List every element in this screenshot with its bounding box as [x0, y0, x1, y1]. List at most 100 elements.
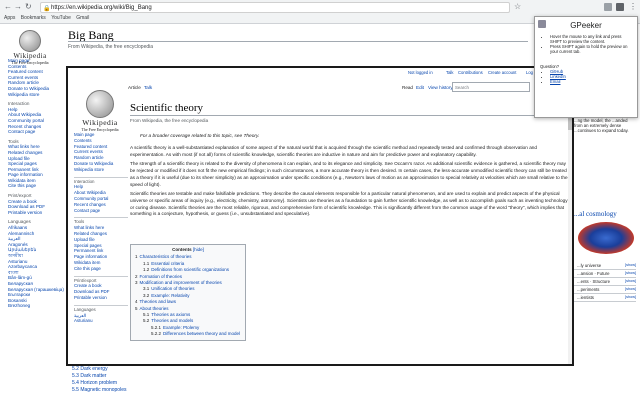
inner-sidebar-heading: Languages: [74, 304, 128, 313]
inner-wordmark: Wikipedia: [82, 118, 118, 127]
toc-label[interactable]: Characteristics of theories: [140, 254, 192, 259]
inner-sidebar-item[interactable]: Asturianu: [74, 318, 128, 324]
toc-label[interactable]: Differences between theory and model: [163, 331, 240, 336]
outer-toc-item[interactable]: 5.5 Magnetic monopoles: [72, 387, 126, 394]
navbox-row: [show] ...periments: [574, 286, 636, 294]
outer-toc-item[interactable]: 5.3 Dark matter: [72, 373, 126, 380]
outer-sidebar-item[interactable]: Printable version: [8, 210, 64, 216]
outer-cosmology-heading[interactable]: ...al cosmology: [574, 210, 636, 218]
toc-label[interactable]: Definitions from scientific organization…: [151, 267, 229, 272]
toc-number: 5.2.2: [151, 331, 162, 337]
outer-navbox-list: [show] ...ly universe [show] ...ansion · Fu…: [574, 262, 636, 302]
bookmark-bookmarks[interactable]: Bookmarks: [21, 15, 46, 21]
outer-from: From Wikipedia, the free encyclopedia: [68, 44, 154, 50]
toc-number: 1.2: [143, 267, 150, 273]
user-talk-link[interactable]: Talk: [446, 70, 453, 75]
extension-icon[interactable]: [604, 3, 612, 11]
outer-sidebar: Main page Contents Featured content Current…: [8, 58, 64, 309]
toc-label[interactable]: Example: Relativity: [151, 293, 189, 298]
navbox-show-link[interactable]: [show]: [625, 294, 636, 301]
email-link[interactable]: Email: [550, 79, 632, 84]
gpeeker-popup: GPeeker Hover the mouse to any link and …: [534, 16, 638, 118]
toc-label[interactable]: Formation of theories: [140, 274, 183, 279]
menu-icon[interactable]: ⋮: [629, 2, 637, 12]
toc-hide-link[interactable]: [hide]: [193, 247, 204, 252]
tab-view-history[interactable]: View history: [428, 84, 453, 92]
paragraph-3: Scientific theories are testable and mak…: [130, 191, 568, 217]
inner-from: From Wikipedia, the free encyclopedia: [130, 118, 209, 123]
toc-number: 2: [135, 273, 138, 279]
bookmark-apps[interactable]: Apps: [4, 15, 15, 21]
toc-label[interactable]: Example: Ptolemy: [163, 325, 199, 330]
gpeeker-instruction-2: Press SHIFT again to hold the preview on…: [550, 44, 632, 54]
search-input[interactable]: Search: [452, 82, 530, 92]
navbox-row: [show] ...ansion · Future: [574, 270, 636, 278]
toc-title-text: Contents: [172, 247, 192, 252]
navbox-row-label[interactable]: ...ientists: [577, 295, 594, 300]
paragraph-2: The strength of a scientific theory is r…: [130, 161, 568, 187]
outer-sidebar-item[interactable]: Cite this page: [8, 183, 64, 189]
navbox-show-link[interactable]: [show]: [625, 262, 636, 269]
create-account-link[interactable]: Create account: [488, 70, 516, 75]
toc-label[interactable]: Theories and models: [151, 318, 193, 323]
user-contributions-link[interactable]: Contributions: [458, 70, 483, 75]
tab-talk[interactable]: Talk: [144, 84, 152, 92]
outer-toc-item[interactable]: 5.4 Horizon problem: [72, 380, 126, 387]
gpeeker-preview-frame[interactable]: Wikipedia The Free Encyclopedia Not logg…: [66, 66, 574, 366]
tab-read[interactable]: Read: [402, 84, 413, 92]
bookmark-youtube[interactable]: YouTube: [51, 15, 71, 21]
gpeeker-title: GPeeker: [570, 21, 602, 30]
outer-sidebar-item[interactable]: Wikipedia store: [8, 92, 64, 98]
tab-edit[interactable]: Edit: [416, 84, 424, 92]
gpeeker-logo-icon: [538, 20, 546, 28]
outer-sidebar-item[interactable]: Contact page: [8, 129, 64, 135]
toc-label[interactable]: Theories as axioms: [151, 312, 190, 317]
inner-sidebar-item[interactable]: Contact page: [74, 208, 128, 214]
toc-number: 5.2.1: [151, 324, 162, 330]
outer-toc-tail: 5.2 Dark energy 5.3 Dark matter 5.4 Horizo…: [72, 366, 126, 394]
outer-sidebar-item[interactable]: Brezhoneg: [8, 303, 64, 309]
inner-sidebar-item[interactable]: Printable version: [74, 295, 128, 301]
navbox-show-link[interactable]: [show]: [625, 286, 636, 293]
outer-infobox-caption: ...ng the model, the ...anded from an ex…: [574, 118, 629, 133]
paragraph-1: A scientific theory is a well-substantia…: [130, 145, 538, 157]
navbox-row-label[interactable]: ...ly universe: [577, 263, 601, 268]
toc-label[interactable]: Essential criteria: [151, 261, 184, 266]
toc-label[interactable]: About theories: [140, 306, 169, 311]
toc-number: 3.1: [143, 286, 150, 292]
inner-sidebar: Main page Contents Featured content Current…: [74, 132, 128, 324]
reload-icon[interactable]: ↻: [25, 2, 32, 12]
inner-sidebar-item[interactable]: Cite this page: [74, 266, 128, 272]
forward-icon[interactable]: →: [14, 2, 22, 12]
cmb-map-image[interactable]: [578, 222, 634, 254]
gpeeker-extension-icon[interactable]: [616, 3, 624, 11]
navbox-row-label[interactable]: ...ents · Structure: [577, 279, 610, 284]
navbox-row: [show] ...ientists: [574, 294, 636, 302]
navbox-show-link[interactable]: [show]: [625, 270, 636, 277]
navbox-row: [show] ...ly universe: [574, 262, 636, 270]
outer-toc-item[interactable]: 5.2 Dark energy: [72, 366, 126, 373]
star-icon[interactable]: ☆: [514, 2, 521, 12]
navbox-show-link[interactable]: [show]: [625, 278, 636, 285]
inner-wiki-logo[interactable]: Wikipedia The Free Encyclopedia: [74, 90, 126, 132]
tab-article[interactable]: Article: [128, 84, 141, 92]
inner-sidebar-heading: Interaction: [74, 176, 128, 185]
back-icon[interactable]: ←: [4, 2, 12, 12]
url-text: https://en.wikipedia.org/wiki/Big_Bang: [51, 5, 152, 11]
article-body: A scientific theory is a well-substantia…: [130, 145, 570, 221]
bookmark-gmail[interactable]: Gmail: [76, 15, 89, 21]
navbox-row-label[interactable]: ...ansion · Future: [577, 271, 609, 276]
toc-label[interactable]: Modification and improvement of theories: [140, 280, 222, 285]
puzzle-globe-icon: [19, 30, 41, 52]
inner-sidebar-item[interactable]: Wikipedia store: [74, 167, 128, 173]
navbox-row-label[interactable]: ...periments: [577, 287, 599, 292]
toc-list: 1 Characteristics of theories 1.1 Essential…: [135, 254, 241, 337]
hatnote: For a broader coverage related to this t…: [140, 134, 260, 139]
toc-number: 1: [135, 254, 138, 260]
toc-label[interactable]: Theories and laws: [140, 299, 177, 304]
gpeeker-instruction-1: Hover the mouse to any link and press SH…: [550, 34, 632, 44]
inner-sidebar-heading: Print/export: [74, 275, 128, 284]
toc-label[interactable]: Unification of theories: [151, 286, 194, 291]
toc-item[interactable]: 5.2.2 Differences between theory and mode…: [135, 331, 241, 337]
address-bar[interactable]: 🔒 https://en.wikipedia.org/wiki/Big_Bang: [40, 2, 510, 13]
